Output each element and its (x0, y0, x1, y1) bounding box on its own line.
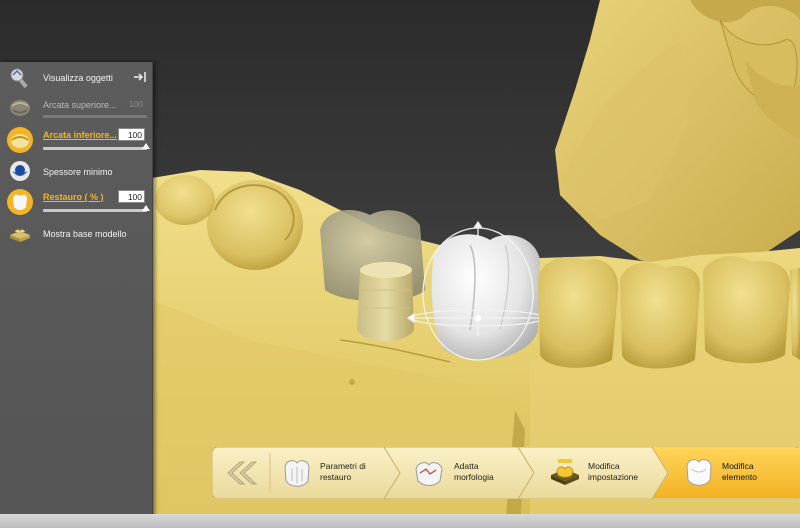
opacity-value-upper-arch: 100 (128, 99, 143, 109)
double-chevron-left-icon[interactable] (222, 460, 258, 486)
workflow-step-restoration-params[interactable]: Parametri di restauro (274, 447, 386, 499)
opacity-slider-restoration[interactable] (43, 205, 150, 212)
min-thickness-icon[interactable] (8, 159, 32, 183)
step-label-line1: Modifica (588, 461, 620, 471)
layer-row-model-base[interactable]: Mostra base modello (0, 220, 152, 248)
pin-panel-icon[interactable] (133, 71, 147, 83)
tooth-icon (686, 459, 712, 486)
setup-icon (551, 459, 579, 485)
workflow-step-edit-element[interactable]: Modifica elemento (678, 447, 800, 499)
workflow-step-adapt-morphology[interactable]: Adatta morfologia (408, 447, 520, 499)
status-bar (0, 514, 800, 528)
layer-row-min-thickness[interactable]: Spessore minimo (0, 158, 152, 186)
layer-row-restoration[interactable]: Restauro ( % ) 100 (0, 186, 152, 218)
opacity-slider-lower-arch[interactable] (43, 143, 150, 150)
model-base-icon[interactable] (8, 221, 32, 245)
layer-row-upper-arch[interactable]: Arcata superiore... 100 (0, 94, 152, 124)
step-label-line1: Parametri di (320, 461, 366, 471)
layer-label-upper-arch: Arcata superiore... (43, 100, 117, 110)
step-label-line2: restauro (320, 472, 352, 482)
layer-label-min-thickness: Spessore minimo (43, 167, 113, 177)
panel-header: Visualizza oggetti (0, 62, 152, 92)
opacity-value-lower-arch[interactable]: 100 (118, 128, 145, 141)
workflow-step-edit-setup[interactable]: Modifica impostazione (542, 447, 654, 499)
layer-label-restoration: Restauro ( % ) (43, 192, 104, 202)
slider-thumb[interactable] (142, 205, 150, 211)
step-label-line1: Modifica (722, 461, 754, 471)
opacity-value-restoration[interactable]: 100 (118, 190, 145, 203)
step-label-line1: Adatta (454, 461, 479, 471)
layer-label-model-base: Mostra base modello (43, 229, 127, 239)
slider-thumb[interactable] (142, 143, 150, 149)
visualize-objects-icon (10, 68, 28, 89)
step-label-line2: elemento (722, 472, 757, 482)
upper-arch-icon[interactable] (8, 96, 32, 120)
restoration-icon[interactable] (6, 188, 34, 216)
morphology-icon (415, 462, 443, 486)
workflow-bar: Parametri di restauro Adatta morfologia … (212, 447, 800, 499)
layer-label-lower-arch: Arcata inferiore... (43, 130, 118, 140)
lower-arch-icon[interactable] (6, 126, 34, 154)
tooth-icon (284, 460, 310, 487)
step-label-line2: impostazione (588, 472, 639, 482)
step-label-line2: morfologia (454, 472, 494, 482)
visualize-objects-panel: Visualizza oggetti Arcata superiore... 1… (0, 62, 153, 520)
layer-row-lower-arch[interactable]: Arcata inferiore... 100 (0, 124, 152, 156)
opacity-slider-upper-arch[interactable] (43, 115, 147, 118)
panel-title: Visualizza oggetti (43, 73, 113, 83)
